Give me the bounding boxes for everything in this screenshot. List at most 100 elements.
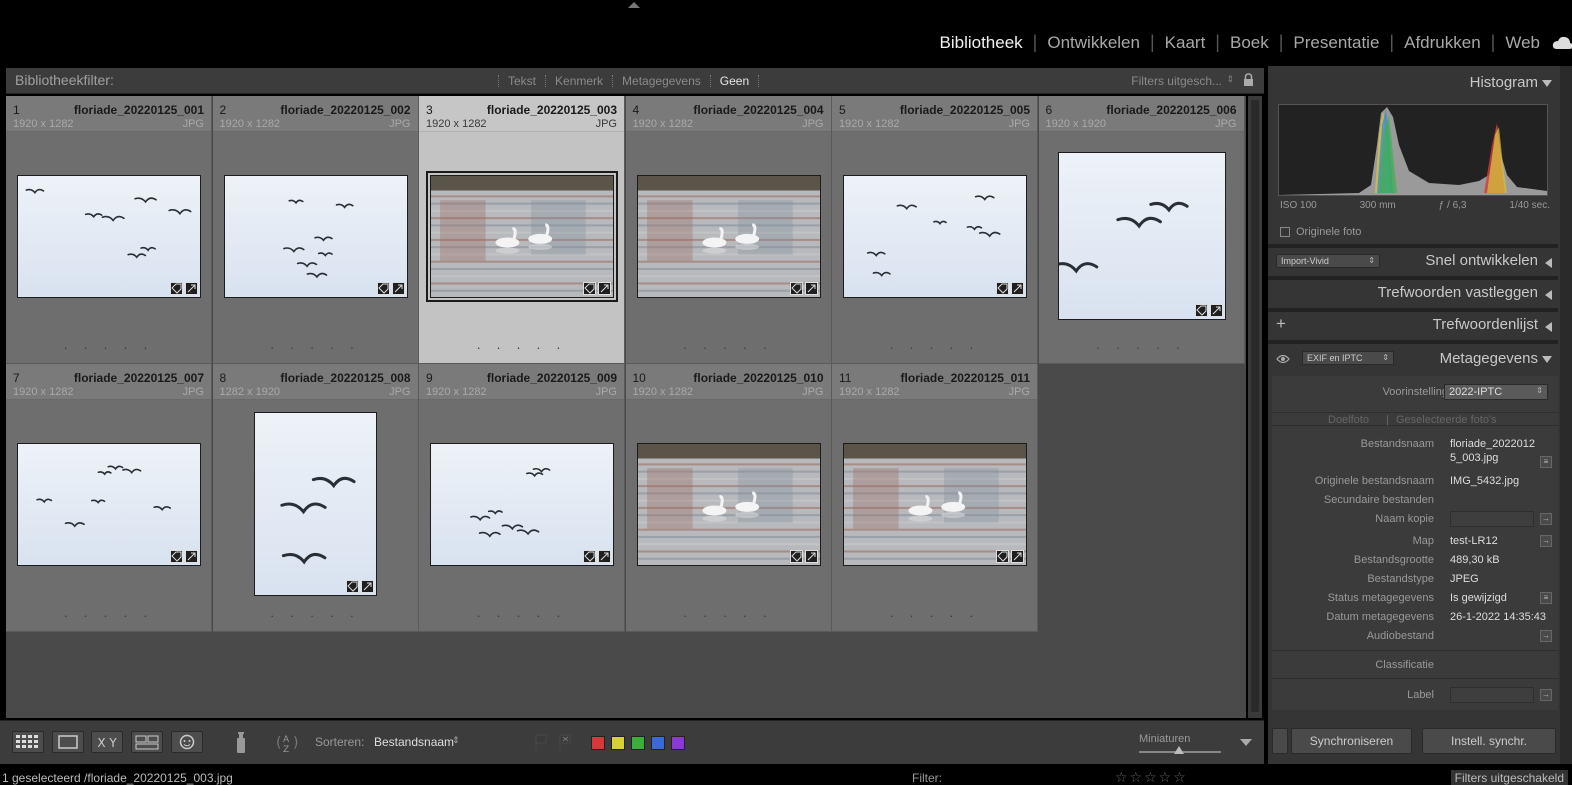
grid-cell[interactable]: 6 floriade_20220125_006 1920 x 1920 JPG · · … [1038,96,1245,364]
star-rating-dots[interactable]: · · · · · [213,608,418,623]
metadata-status-list-icon[interactable]: ≡ [1540,592,1552,604]
module-book[interactable]: Boek [1220,33,1279,53]
filename-value-line2[interactable]: 5_003.jpg [1450,452,1498,464]
keyword-tag-badge-icon[interactable] [996,281,1009,295]
develop-adjusted-badge-icon[interactable] [804,281,818,295]
sort-dropdown[interactable]: Bestandsnaam [374,735,454,749]
keyword-tag-badge-icon[interactable] [170,549,183,563]
photo-thumbnail[interactable] [254,412,377,596]
grid-cell[interactable]: 4 floriade_20220125_004 1920 x 1282 JPG · · … [625,96,832,364]
metadata-view-dropdown[interactable]: EXIF en IPTC ⇕ [1302,351,1394,365]
rename-list-icon[interactable]: ≡ [1540,456,1552,468]
collapse-top-panel-icon[interactable] [628,2,640,8]
star-rating-dots[interactable]: · · · · · [419,608,624,623]
grid-cell[interactable]: 9 floriade_20220125_009 1920 x 1282 JPG · · … [419,364,625,632]
color-label-green[interactable] [631,736,645,750]
grid-scrollbar-thumb[interactable] [1251,100,1259,712]
module-slideshow[interactable]: Presentatie [1283,33,1389,53]
grid-cell[interactable]: 3 floriade_20220125_003 1920 x 1282 JPG · · … [419,96,625,364]
eye-icon[interactable] [1276,354,1290,364]
photo-thumbnail[interactable] [636,442,821,566]
grid-cell[interactable]: 11 floriade_20220125_011 1920 x 1282 JPG · ·… [832,364,1038,632]
flag-pick-icon[interactable] [534,734,548,752]
thumbnail-size-slider-knob[interactable] [1174,746,1184,754]
sync-settings-button[interactable]: Instell. synchr. [1422,728,1556,754]
filter-tab-attribute[interactable]: Kenmerk [546,74,612,88]
keyword-tag-badge-icon[interactable] [346,580,359,593]
sync-mode-switch[interactable] [1272,728,1288,754]
label-arrow-icon[interactable]: → [1540,689,1552,701]
star-rating-dots[interactable]: · · · · · [626,340,831,355]
photo-thumbnail[interactable] [843,174,1027,298]
people-view-button[interactable] [171,731,203,753]
synchronize-button[interactable]: Synchroniseren [1291,728,1412,754]
photo-thumbnail[interactable] [223,174,408,298]
keyword-tag-badge-icon[interactable] [1194,304,1208,317]
photo-thumbnail[interactable] [17,174,201,298]
photo-thumbnail[interactable] [843,442,1027,566]
sort-direction-icon[interactable]: ( A Z ) [274,731,306,755]
keyword-tag-badge-icon[interactable] [583,281,596,295]
star-rating-dots[interactable]: · · · · · [419,340,624,355]
histogram-graph[interactable] [1278,104,1548,196]
grid-view-button[interactable] [12,731,44,753]
filter-preset-dropdown[interactable]: Filters uitgesch... [1131,74,1222,88]
photo-thumbnail[interactable] [430,442,614,566]
keyword-tag-badge-icon[interactable] [789,549,803,563]
photo-thumbnail[interactable] [426,170,618,302]
develop-adjusted-badge-icon[interactable] [598,281,611,295]
grid-cell[interactable]: 8 floriade_20220125_008 1282 x 1920 JPG · · … [212,364,419,632]
keyword-tag-badge-icon[interactable] [170,281,183,295]
photo-thumbnail[interactable] [636,174,821,298]
copy-name-field[interactable] [1450,511,1534,527]
develop-adjusted-badge-icon[interactable] [598,549,611,563]
color-label-blue[interactable] [651,736,665,750]
module-print[interactable]: Afdrukken [1394,33,1491,53]
filter-tab-none[interactable]: Geen [711,74,758,88]
go-to-folder-arrow-icon[interactable]: → [1540,535,1552,547]
develop-adjusted-badge-icon[interactable] [804,549,818,563]
filter-tab-text[interactable]: Tekst [499,74,545,88]
audio-arrow-icon[interactable]: → [1540,630,1552,642]
photo-thumbnail[interactable] [17,442,201,566]
filename-value-line1[interactable]: floriade_2022012 [1450,438,1535,450]
grid-cell[interactable]: 10 floriade_20220125_010 1920 x 1282 JPG · ·… [625,364,832,632]
histogram-panel-header[interactable]: Histogram [1268,70,1560,98]
module-web[interactable]: Web [1495,33,1550,53]
develop-adjusted-badge-icon[interactable] [361,580,374,593]
develop-adjusted-badge-icon[interactable] [1209,304,1223,317]
label-field[interactable] [1450,687,1534,703]
star-rating-dots[interactable]: · · · · · [626,608,831,623]
survey-view-button[interactable] [131,731,163,753]
develop-adjusted-badge-icon[interactable] [185,281,198,295]
lock-icon[interactable] [1243,73,1254,87]
original-photo-toggle[interactable]: Originele foto [1280,226,1361,238]
toolbar-options-chevron-icon[interactable] [1240,739,1252,746]
star-rating-dots[interactable]: · · · · · [832,608,1037,623]
cloud-icon[interactable] [1552,36,1572,50]
develop-adjusted-badge-icon[interactable] [1011,281,1024,295]
keyword-tag-badge-icon[interactable] [583,549,596,563]
loupe-view-button[interactable] [52,731,84,753]
quick-develop-preset-dropdown[interactable]: Import-Vivid ⇕ [1276,254,1380,268]
star-rating-dots[interactable]: · · · · · [832,340,1037,355]
add-keyword-icon[interactable]: + [1276,314,1286,334]
right-panel-scrollbar[interactable] [1560,66,1572,764]
develop-adjusted-badge-icon[interactable] [185,549,198,563]
go-arrow-icon[interactable]: → [1540,513,1552,525]
keyword-tag-badge-icon[interactable] [376,281,390,295]
develop-adjusted-badge-icon[interactable] [391,281,405,295]
compare-view-button[interactable]: X Y [91,731,123,753]
star-rating-dots[interactable]: · · · · · [6,340,211,355]
module-map[interactable]: Kaart [1155,33,1216,53]
star-rating-dots[interactable]: · · · · · [213,340,418,355]
selected-photos-option[interactable]: Geselecteerde foto's [1396,414,1497,426]
target-photo-option[interactable]: Doelfoto [1328,414,1369,426]
star-rating-dots[interactable]: · · · · · [6,608,211,623]
keyword-tag-badge-icon[interactable] [789,281,803,295]
rating-filter-stars-icon[interactable]: ☆☆☆☆☆ [1115,769,1188,785]
grid-cell[interactable]: 1 floriade_20220125_001 1920 x 1282 JPG · · … [6,96,212,364]
color-label-yellow[interactable] [611,736,625,750]
metadata-panel-header[interactable]: EXIF en IPTC ⇕ Metagegevens [1268,346,1560,374]
filmstrip-filter-dropdown[interactable]: Filters uitgeschakeld [1450,770,1568,785]
